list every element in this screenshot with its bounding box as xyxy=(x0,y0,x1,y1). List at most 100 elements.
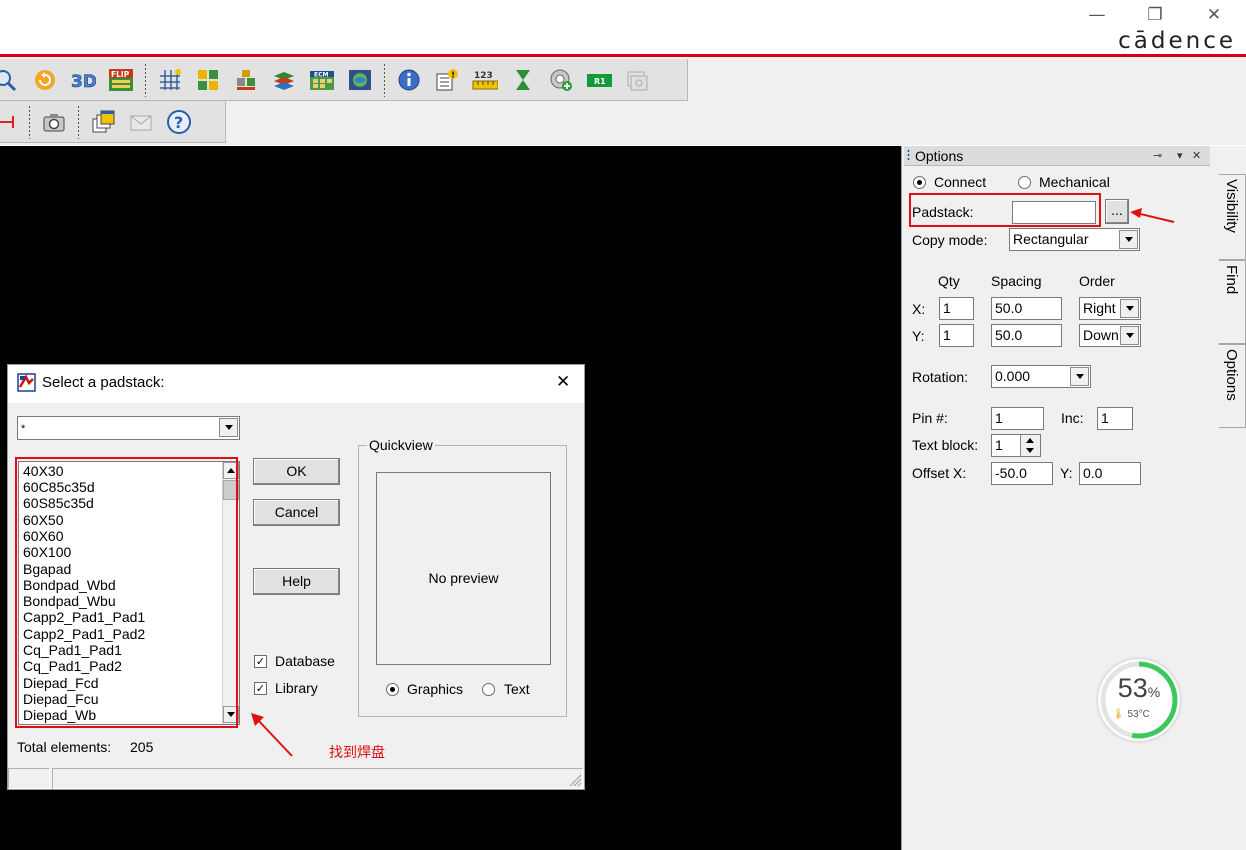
copy-mode-value: Rectangular xyxy=(1013,231,1089,247)
y-spacing-field[interactable]: 50.0 xyxy=(991,324,1062,347)
x-qty-field[interactable]: 1 xyxy=(939,297,974,320)
total-elements-value: 205 xyxy=(130,739,154,755)
text-label: Text xyxy=(504,681,530,697)
help-button[interactable]: Help xyxy=(253,568,340,595)
text-block-field[interactable]: 1 xyxy=(991,434,1041,457)
info-icon[interactable] xyxy=(396,67,422,93)
minimize-button[interactable]: — xyxy=(1077,4,1117,26)
library-checkbox[interactable]: ✓ xyxy=(254,682,267,695)
panel-grip[interactable] xyxy=(907,149,910,162)
grid-icon[interactable] xyxy=(157,67,183,93)
spacing-header: Spacing xyxy=(991,273,1042,289)
text-block-label: Text block: xyxy=(912,437,979,453)
r1-icon[interactable]: R1 xyxy=(586,67,612,93)
pin-number-field[interactable]: 1 xyxy=(991,407,1044,430)
gauge-percent: 53% xyxy=(1098,673,1180,704)
toolbar-separator xyxy=(28,104,31,139)
resize-grip-icon[interactable] xyxy=(568,773,582,787)
copy-mode-label: Copy mode: xyxy=(912,232,988,248)
ecm-icon[interactable]: ECM xyxy=(309,67,335,93)
library-label: Library xyxy=(275,680,318,696)
svg-text:!: ! xyxy=(451,70,455,79)
annotation-caption: 找到焊盘 xyxy=(329,745,385,761)
close-button[interactable]: ✕ xyxy=(1194,4,1234,26)
y-order-select[interactable]: Down xyxy=(1079,324,1141,347)
color-icon[interactable] xyxy=(195,67,221,93)
red-arrow-icon xyxy=(1130,208,1175,223)
chevron-down-icon[interactable] xyxy=(219,418,238,437)
svg-text:FLIP: FLIP xyxy=(111,70,130,79)
panel-menu-icon[interactable]: ▾ xyxy=(1177,146,1183,166)
offset-x-label: Offset X: xyxy=(912,465,967,481)
filter-select[interactable]: * xyxy=(17,416,240,440)
options-panel-header: Options ⊸ ▾ ✕ xyxy=(904,146,1210,166)
layer-icon[interactable] xyxy=(233,67,259,93)
rotation-label: Rotation: xyxy=(912,369,969,385)
spin-up-icon[interactable] xyxy=(1026,438,1034,443)
preview-box: No preview xyxy=(376,472,551,665)
no-preview-text: No preview xyxy=(428,570,499,586)
measure-icon[interactable]: 123 xyxy=(472,67,498,93)
inc-field[interactable]: 1 xyxy=(1097,407,1133,430)
inc-label: Inc: xyxy=(1061,410,1084,426)
mechanical-label: Mechanical xyxy=(1039,174,1110,190)
mail-icon[interactable] xyxy=(128,109,154,135)
gauge-temperature-value: 53°C xyxy=(1127,709,1150,720)
dimension-icon[interactable] xyxy=(0,109,18,135)
tab-options-label: Options xyxy=(1223,349,1240,401)
zoom-fit-icon[interactable] xyxy=(0,67,20,93)
hourglass-icon[interactable] xyxy=(510,67,536,93)
pin-icon[interactable]: ⊸ xyxy=(1153,146,1162,166)
add-via-icon[interactable] xyxy=(548,67,574,93)
offset-y-field[interactable]: 0.0 xyxy=(1079,462,1141,485)
tab-options[interactable]: Options xyxy=(1219,344,1246,428)
cancel-button[interactable]: Cancel xyxy=(253,499,340,526)
y-qty-field[interactable]: 1 xyxy=(939,324,974,347)
cpu-usage-gauge[interactable]: 53% 🌡 53°C xyxy=(1098,659,1180,741)
svg-text:123: 123 xyxy=(474,71,493,81)
copy-mode-select[interactable]: Rectangular xyxy=(1009,228,1140,251)
rotation-select[interactable]: 0.000 xyxy=(991,365,1091,388)
3d-view-icon[interactable]: 3D xyxy=(70,67,96,93)
chevron-down-icon[interactable] xyxy=(1119,230,1138,249)
ok-button[interactable]: OK xyxy=(253,458,340,485)
tab-find[interactable]: Find xyxy=(1219,260,1246,344)
text-radio[interactable] xyxy=(482,683,495,696)
map-icon[interactable] xyxy=(347,67,373,93)
chevron-down-icon[interactable] xyxy=(1070,367,1089,386)
offset-x-field[interactable]: -50.0 xyxy=(991,462,1053,485)
stack-icon[interactable] xyxy=(271,67,297,93)
chevron-down-icon[interactable] xyxy=(1120,299,1139,318)
mechanical-radio[interactable] xyxy=(1018,176,1031,189)
chevron-down-icon[interactable] xyxy=(1120,326,1139,345)
options-panel-title: Options xyxy=(915,148,964,164)
connect-radio[interactable] xyxy=(913,176,926,189)
database-checkbox[interactable]: ✓ xyxy=(254,655,267,668)
padstack-browse-button[interactable]: ... xyxy=(1105,199,1129,224)
camera-stack-icon[interactable] xyxy=(624,67,650,93)
graphics-radio[interactable] xyxy=(386,683,399,696)
refresh-icon[interactable] xyxy=(32,67,58,93)
x-spacing-field[interactable]: 50.0 xyxy=(991,297,1062,320)
toolbar-separator xyxy=(77,104,80,139)
toolbar-separator xyxy=(144,62,147,97)
camera-icon[interactable] xyxy=(41,109,67,135)
tab-visibility[interactable]: Visibility xyxy=(1219,174,1246,260)
rotation-value: 0.000 xyxy=(995,368,1031,384)
spin-down-icon[interactable] xyxy=(1026,448,1034,453)
flip-icon[interactable]: FLIP xyxy=(108,67,134,93)
x-label: X: xyxy=(912,301,926,317)
windows-icon[interactable] xyxy=(90,109,116,135)
svg-text:3D: 3D xyxy=(71,72,96,92)
x-order-select[interactable]: Right xyxy=(1079,297,1141,320)
graphics-label: Graphics xyxy=(407,681,464,697)
dialog-close-button[interactable]: ✕ xyxy=(556,372,570,392)
properties-icon[interactable]: ! xyxy=(434,67,460,93)
panel-close-icon[interactable]: ✕ xyxy=(1192,146,1201,166)
restore-button[interactable]: ❐ xyxy=(1135,4,1175,26)
text-block-spinner[interactable] xyxy=(1020,435,1040,456)
help-icon[interactable]: ? xyxy=(166,109,192,135)
quickview-label: Quickview xyxy=(367,437,435,453)
text-block-value: 1 xyxy=(995,437,1003,453)
padstack-app-icon xyxy=(17,373,36,392)
